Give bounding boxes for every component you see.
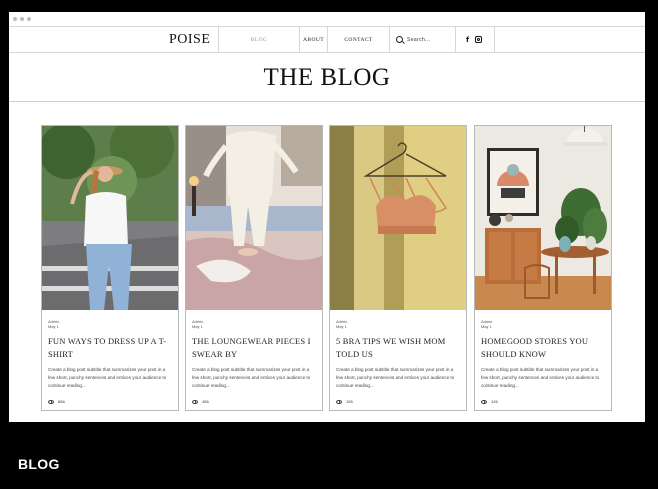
post-body: Admin May 1 5 BRA TIPS WE WISH MOM TOLD … xyxy=(336,319,460,390)
blog-post-card[interactable]: Admin May 1 HOMEGOOD STORES YOU SHOULD K… xyxy=(474,125,612,411)
post-excerpt: Create a blog post subtitle that summari… xyxy=(481,367,600,388)
site-header: POISE BLOG ABOUT CONTACT Search... f xyxy=(9,26,645,53)
post-title[interactable]: FUN WAYS TO DRESS UP A T-SHIRT xyxy=(48,335,172,362)
post-stats: 456 xyxy=(192,399,316,404)
blog-post-card[interactable]: Admin May 1 5 BRA TIPS WE WISH MOM TOLD … xyxy=(329,125,467,411)
post-stats: 155 xyxy=(336,399,460,404)
post-title[interactable]: 5 BRA TIPS WE WISH MOM TOLD US xyxy=(336,335,460,362)
section-label: BLOG xyxy=(18,456,60,472)
divider xyxy=(9,101,645,102)
post-body: Admin May 1 HOMEGOOD STORES YOU SHOULD K… xyxy=(481,319,605,390)
views-count: 155 xyxy=(346,399,353,404)
search-input[interactable]: Search... xyxy=(407,37,431,43)
blog-post-card[interactable]: Admin May 1 FUN WAYS TO DRESS UP A T-SHI… xyxy=(41,125,179,411)
post-stats: 126 xyxy=(481,399,605,404)
views-count: 456 xyxy=(202,399,209,404)
search-icon xyxy=(396,36,403,43)
post-date: May 1 xyxy=(336,324,347,329)
nav-item-about[interactable]: ABOUT xyxy=(299,26,327,53)
post-excerpt: Create a blog post subtitle that summari… xyxy=(48,367,167,388)
post-title[interactable]: THE LOUNGEWEAR PIECES I SWEAR BY xyxy=(192,335,316,362)
search-box[interactable]: Search... xyxy=(389,26,455,53)
window-dot-icon[interactable] xyxy=(20,17,24,21)
blog-post-card[interactable]: Admin May 1 THE LOUNGEWEAR PIECES I SWEA… xyxy=(185,125,323,411)
views-count: 126 xyxy=(491,399,498,404)
post-image[interactable] xyxy=(186,126,322,310)
post-image[interactable] xyxy=(475,126,611,310)
browser-window: POISE BLOG ABOUT CONTACT Search... f THE… xyxy=(9,12,645,422)
eye-icon xyxy=(48,399,54,404)
post-image[interactable] xyxy=(42,126,178,310)
nav-item-contact[interactable]: CONTACT xyxy=(327,26,389,53)
nav-item-blog[interactable]: BLOG xyxy=(218,26,299,53)
eye-icon xyxy=(481,399,487,404)
views-count: 858 xyxy=(58,399,65,404)
window-titlebar xyxy=(9,12,645,26)
window-dot-icon[interactable] xyxy=(27,17,31,21)
post-body: Admin May 1 THE LOUNGEWEAR PIECES I SWEA… xyxy=(192,319,316,390)
window-dot-icon[interactable] xyxy=(13,17,17,21)
post-title[interactable]: HOMEGOOD STORES YOU SHOULD KNOW xyxy=(481,335,605,362)
instagram-icon[interactable] xyxy=(475,36,483,43)
post-date: May 1 xyxy=(192,324,203,329)
post-date: May 1 xyxy=(48,324,59,329)
window-controls[interactable] xyxy=(13,17,31,21)
site-logo[interactable]: POISE xyxy=(169,32,210,48)
post-body: Admin May 1 FUN WAYS TO DRESS UP A T-SHI… xyxy=(48,319,172,390)
post-excerpt: Create a blog post subtitle that summari… xyxy=(192,367,311,388)
eye-icon xyxy=(336,399,342,404)
eye-icon xyxy=(192,399,198,404)
post-stats: 858 xyxy=(48,399,172,404)
page-title: THE BLOG xyxy=(263,64,391,91)
post-excerpt: Create a blog post subtitle that summari… xyxy=(336,367,455,388)
post-date: May 1 xyxy=(481,324,492,329)
post-image[interactable] xyxy=(330,126,466,310)
facebook-icon[interactable]: f xyxy=(466,36,469,44)
social-links: f xyxy=(455,26,495,53)
